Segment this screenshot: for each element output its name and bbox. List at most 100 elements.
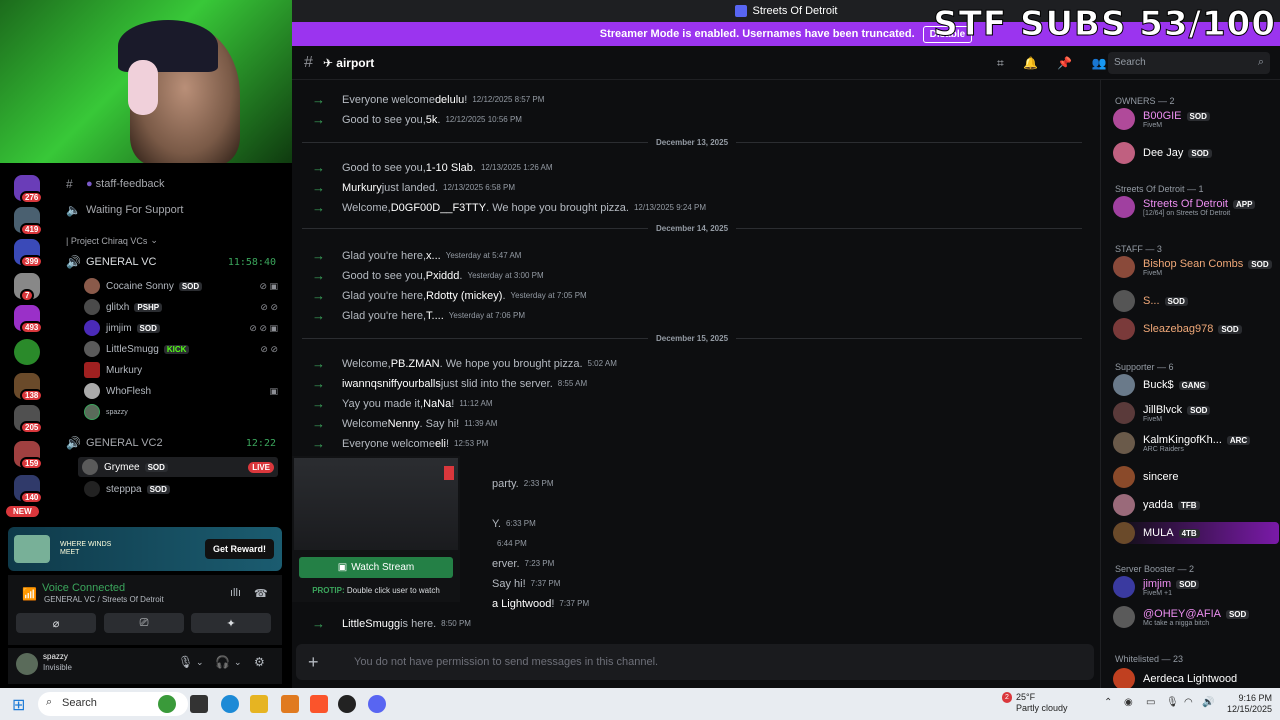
voice-user[interactable]: LittleSmugg KICK ⊘ ⊘ — [84, 341, 278, 357]
windows-start-icon[interactable]: ⊞ — [12, 695, 25, 715]
discord-icon[interactable] — [368, 695, 386, 713]
voice-user[interactable]: jimjim SOD ⊘ ⊘ ▣ — [84, 320, 278, 336]
member-item[interactable]: yadda TFB — [1113, 494, 1279, 516]
member-item[interactable]: JillBlvck SOD FiveM — [1113, 402, 1279, 424]
microphone-icon[interactable]: 🎙 — [178, 655, 193, 669]
server-icon[interactable]: 140 — [14, 475, 44, 504]
message-username[interactable]: T.... — [426, 310, 444, 322]
chevron-down-icon[interactable]: ⌄ — [234, 657, 242, 668]
message-username[interactable]: eli — [435, 438, 446, 450]
voice-channel-link[interactable]: GENERAL VC / Streets Of Detroit — [44, 595, 164, 604]
pin-icon[interactable]: 📌 — [1057, 56, 1072, 70]
member-item[interactable]: sincere — [1113, 466, 1279, 488]
wifi-icon[interactable]: ◠ — [1184, 697, 1193, 708]
server-icon[interactable] — [14, 339, 40, 365]
message-timestamp: 12/13/2025 6:58 PM — [443, 183, 516, 192]
member-item[interactable]: @OHEY@AFIA SOD Mc take a nigga bitch — [1113, 606, 1279, 628]
settings-gear-icon[interactable]: ⚙ — [254, 655, 265, 669]
member-item[interactable]: KalmKingofKh... ARC ARC Raiders — [1113, 432, 1279, 454]
message-username[interactable]: Nenny — [388, 418, 420, 430]
server-tag: TFB — [1177, 501, 1200, 510]
microphone-icon[interactable]: 🎙 — [1166, 697, 1179, 708]
server-icon[interactable]: 159 — [14, 441, 44, 470]
server-tag: ARC — [1226, 435, 1251, 445]
signal-icon[interactable]: 📶 — [22, 587, 37, 601]
voice-user[interactable]: WhoFlesh ▣ — [84, 383, 278, 399]
chevron-up-icon[interactable]: ⌃ — [1104, 697, 1112, 708]
clock[interactable]: 9:16 PM 12/15/2025 — [1222, 693, 1272, 715]
activities-button[interactable]: ✦ — [191, 613, 271, 633]
server-icon[interactable]: 399 — [14, 239, 44, 268]
member-item[interactable]: MULA 4TB — [1113, 522, 1279, 544]
channel-staff-feedback[interactable]: # ● staff-feedback — [66, 177, 165, 191]
voice-user[interactable]: Murkury — [84, 362, 278, 378]
file-explorer-icon[interactable] — [250, 695, 268, 713]
search-input[interactable]: Search ⌕ — [1108, 52, 1270, 74]
message-username[interactable]: D0GF00D__F3TTY — [391, 202, 486, 214]
member-item[interactable]: B00GIE SOD FiveM — [1113, 108, 1279, 130]
weather-widget[interactable]: 2 25°F Partly cloudy — [1002, 692, 1068, 714]
message-username[interactable]: x... — [426, 250, 441, 262]
server-icon[interactable]: 276 — [14, 175, 44, 204]
message-username[interactable]: iwannqsniffyourballs — [342, 378, 441, 390]
add-attachment-icon[interactable]: + — [308, 652, 338, 673]
message-username[interactable]: delulu — [435, 94, 464, 106]
voice-user-selected[interactable]: Grymee SOD LIVE — [78, 457, 278, 477]
brave-icon[interactable] — [310, 695, 328, 713]
stream-thumbnail[interactable] — [294, 458, 458, 550]
voice-user[interactable]: spazzy — [84, 404, 278, 420]
server-icon[interactable]: 493 — [14, 305, 44, 334]
message-username[interactable]: PB.ZMAN — [391, 358, 440, 370]
message-username[interactable]: 5k — [426, 114, 438, 126]
camera-button[interactable]: ⌀ — [16, 613, 96, 633]
watch-stream-button[interactable]: ▣ Watch Stream — [299, 557, 453, 578]
message-username[interactable]: NaNa — [423, 398, 451, 410]
noise-suppression-icon[interactable]: ıllı — [230, 587, 241, 599]
message-username[interactable]: Pxiddd — [426, 270, 460, 282]
get-reward-button[interactable]: Get Reward! — [204, 539, 274, 559]
member-item[interactable]: Aerdeca Lightwood — [1113, 668, 1279, 688]
task-view-icon[interactable] — [190, 695, 208, 713]
headphones-icon[interactable]: 🎧 — [215, 655, 230, 669]
member-item[interactable]: Buck$ GANG — [1113, 374, 1279, 396]
member-item[interactable]: jimjim SOD FiveM +1 — [1113, 576, 1279, 598]
notification-bell-icon[interactable]: 🔔 — [1023, 56, 1038, 70]
member-list-icon[interactable]: 👥 — [1092, 56, 1107, 70]
member-item[interactable]: Streets Of Detroit APP [12/64] on Streets … — [1113, 196, 1279, 218]
voice-user[interactable]: stepppa SOD — [84, 481, 278, 497]
server-tag: 4TB — [1178, 529, 1200, 538]
app-icon[interactable] — [281, 695, 299, 713]
screenshare-button[interactable]: ⎚ — [104, 613, 184, 633]
network-icon[interactable]: ▭ — [1146, 697, 1155, 708]
edge-icon[interactable] — [221, 695, 239, 713]
avatar[interactable] — [16, 653, 38, 675]
threads-icon[interactable]: ⌗ — [997, 56, 1004, 70]
tray-icon[interactable]: ◉ — [1124, 697, 1133, 708]
app-icon[interactable] — [158, 695, 176, 713]
app-icon[interactable] — [338, 695, 356, 713]
server-icon[interactable]: 7 — [14, 273, 40, 302]
channel-waiting-support[interactable]: 🔈 Waiting For Support — [66, 203, 183, 217]
message-username[interactable]: LittleSmugg — [342, 618, 400, 630]
member-item[interactable]: S... SOD — [1113, 290, 1279, 312]
volume-icon[interactable]: 🔊 — [1202, 697, 1214, 708]
server-icon[interactable]: 419 — [14, 207, 44, 236]
chevron-down-icon[interactable]: ⌄ — [196, 657, 204, 668]
message-username[interactable]: Murkury — [342, 182, 382, 194]
member-item[interactable]: Sleazebag978 SOD — [1113, 318, 1279, 340]
message-timestamp: 11:12 AM — [459, 399, 493, 408]
message-username[interactable]: Rdotty (mickey) — [426, 290, 502, 302]
category-project-chiraq[interactable]: | Project Chiraq VCs ⌄ — [66, 235, 158, 246]
voice-user[interactable]: glitxh PSHP ⊘ ⊘ — [84, 299, 278, 315]
member-activity: FiveM +1 — [1143, 589, 1172, 597]
message-composer[interactable]: + You do not have permission to send mes… — [296, 644, 1094, 680]
message-username[interactable]: a Lightwood — [492, 598, 551, 610]
member-item[interactable]: Dee Jay SOD — [1113, 142, 1279, 164]
member-item[interactable]: Bishop Sean Combs SOD FiveM — [1113, 256, 1279, 278]
server-icon[interactable]: 205 — [14, 405, 44, 434]
voice-user[interactable]: Cocaine Sonny SOD ⊘ ▣ — [84, 278, 278, 294]
disconnect-icon[interactable]: ☎ — [254, 587, 268, 600]
message-username[interactable]: 1-10 Slab — [426, 162, 473, 174]
server-icon[interactable]: 138 — [14, 373, 44, 402]
search-icon: ⌕ — [1257, 56, 1264, 68]
